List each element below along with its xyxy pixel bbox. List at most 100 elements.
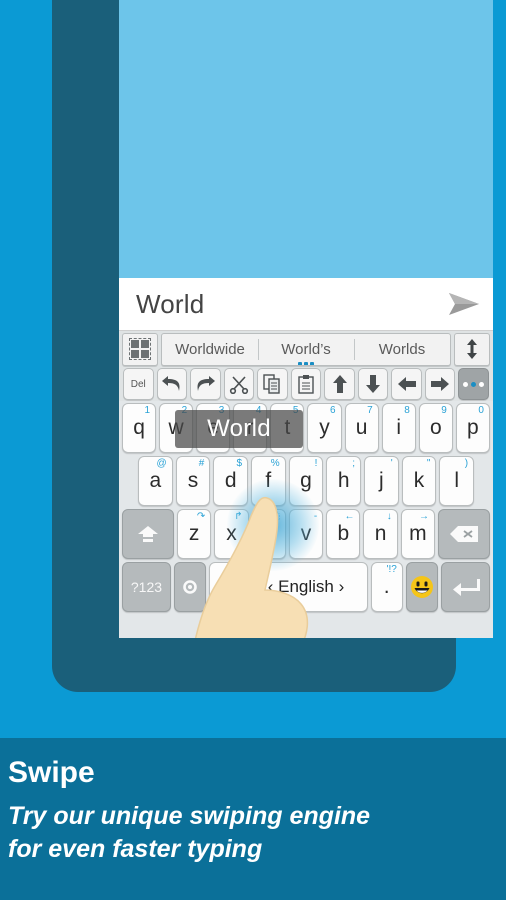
suggestion-item-1-label: World’s [281, 340, 331, 358]
key-o[interactable]: 9o [418, 403, 453, 453]
three-dots-icon[interactable] [458, 368, 490, 400]
key-d-hint: $ [236, 458, 243, 469]
key-a[interactable]: @ a [138, 456, 173, 506]
key-o-label: o [429, 416, 442, 439]
key-e[interactable]: 3e [196, 403, 231, 453]
comma-key[interactable]: 🎤 , [209, 562, 242, 612]
phone-frame: World Worldwide World’s Worlds Del 1 q 2… [52, 0, 493, 692]
key-k[interactable]: " k [401, 456, 437, 506]
expand-up-down-icon[interactable] [454, 332, 490, 366]
key-m[interactable]: → m [400, 509, 435, 559]
key-m-label: m [409, 522, 427, 545]
key-r[interactable]: 4r [233, 403, 268, 453]
key-l[interactable]: ) l [439, 456, 475, 506]
suggestion-list: Worldwide World’s Worlds [161, 332, 451, 366]
arrow-up-icon[interactable] [324, 368, 355, 400]
paste-icon[interactable] [290, 368, 322, 400]
smiley-icon[interactable] [405, 562, 439, 612]
key-u[interactable]: 7u [344, 403, 379, 453]
delete-key[interactable]: Del [123, 368, 154, 400]
key-y-label: y [319, 416, 330, 439]
period-key[interactable]: '!? . [370, 562, 403, 612]
key-s[interactable]: # s [175, 456, 211, 506]
key-k-hint: " [426, 458, 431, 469]
key-f-hint: % [270, 458, 280, 469]
send-icon[interactable] [443, 288, 485, 320]
suggestion-item-2[interactable]: Worlds [354, 334, 450, 365]
key-b-label: b [337, 522, 350, 545]
key-p-label: p [467, 416, 479, 439]
symbols-key[interactable]: ?123 [122, 562, 171, 612]
key-w[interactable]: 2w [159, 403, 194, 453]
redo-icon[interactable] [190, 368, 221, 400]
suggestion-item-0[interactable]: Worldwide [162, 334, 258, 365]
key-b-hint: ← [344, 511, 355, 522]
edit-toolbar: Del [119, 367, 493, 401]
enter-icon[interactable] [441, 562, 490, 612]
key-d[interactable]: $ d [213, 456, 249, 506]
key-z-hint: ↷ [196, 511, 206, 522]
key-k-label: k [413, 469, 425, 492]
scissors-icon[interactable] [223, 368, 255, 400]
copy-icon[interactable] [257, 368, 288, 400]
arrow-right-icon[interactable] [424, 368, 456, 400]
shift-icon[interactable] [122, 509, 175, 559]
key-c[interactable]: ⎘ c [251, 509, 286, 559]
key-y[interactable]: 6y [307, 403, 342, 453]
key-j[interactable]: ' j [364, 456, 399, 506]
key-l-hint: ) [464, 458, 469, 469]
key-t-hint: 5 [292, 405, 299, 416]
caption-title: Swipe [8, 756, 95, 789]
key-v[interactable]: -v [288, 509, 324, 559]
space-key[interactable]: ‹ English › [244, 562, 368, 612]
space-key-label: ‹ English › [267, 577, 345, 596]
three-dots-glyph [463, 381, 485, 387]
key-u-label: u [355, 416, 368, 439]
key-c-label: c [263, 522, 274, 545]
key-b[interactable]: ← b [326, 509, 361, 559]
key-s-hint: # [198, 458, 205, 469]
keyboard-row-2: @ a # s $ d % f ! g ; h ' j " k ) l [122, 456, 490, 506]
virtual-keyboard: 1q 2w 3e 4r 5t 6y 7u 8i 9o 0p @ a # s $ d %… [119, 401, 493, 638]
key-w-hint: 2 [181, 405, 188, 416]
key-h[interactable]: ; h [326, 456, 362, 506]
suggestion-selected-indicator [298, 361, 314, 365]
phone-screen: World Worldwide World’s Worlds Del 1 q 2… [119, 0, 493, 638]
key-t-label: t [284, 416, 291, 439]
key-p[interactable]: 0p [455, 403, 490, 453]
key-n-hint: ↓ [386, 511, 392, 522]
key-l-label: l [454, 469, 460, 492]
key-i[interactable]: 8i [381, 403, 416, 453]
key-v-hint: - [313, 511, 318, 522]
key-p-hint: 0 [478, 405, 484, 416]
caption-band: Swipe Try our unique swiping engine for … [0, 738, 506, 900]
suggestion-bar: Worldwide World’s Worlds [119, 331, 493, 367]
message-input-row[interactable]: World [119, 278, 493, 331]
key-x[interactable]: ↱ x [214, 509, 249, 559]
key-f[interactable]: % f [251, 456, 286, 506]
key-v-label: v [300, 522, 312, 545]
key-g-hint: ! [314, 458, 318, 469]
gear-icon[interactable] [173, 562, 207, 612]
key-e-label: e [207, 416, 220, 439]
key-n[interactable]: ↓ n [363, 509, 398, 559]
key-q[interactable]: 1q [122, 403, 157, 453]
key-t[interactable]: 5t [270, 403, 305, 453]
suggestion-item-1[interactable]: World’s [258, 334, 354, 365]
keyboard-row-4: ?123 🎤 , ‹ English › '!? . [122, 562, 490, 612]
key-z-label: z [188, 522, 200, 545]
key-z[interactable]: ↷ z [177, 509, 212, 559]
comma-key-label: , [222, 575, 229, 598]
key-g[interactable]: ! g [288, 456, 324, 506]
keyboard-row-1: 1q 2w 3e 4r 5t 6y 7u 8i 9o 0p [122, 403, 490, 453]
arrow-left-icon[interactable] [391, 368, 422, 400]
delete-key-label: Del [130, 378, 146, 390]
message-input[interactable]: World [136, 289, 443, 320]
arrow-down-icon[interactable] [357, 368, 389, 400]
key-i-hint: 8 [404, 405, 410, 416]
undo-icon[interactable] [156, 368, 188, 400]
key-q-hint: 1 [144, 405, 151, 416]
backspace-icon[interactable] [438, 509, 491, 559]
caption-subtitle: Try our unique swiping engine for even f… [8, 800, 488, 866]
apps-grid-icon[interactable] [122, 332, 158, 366]
